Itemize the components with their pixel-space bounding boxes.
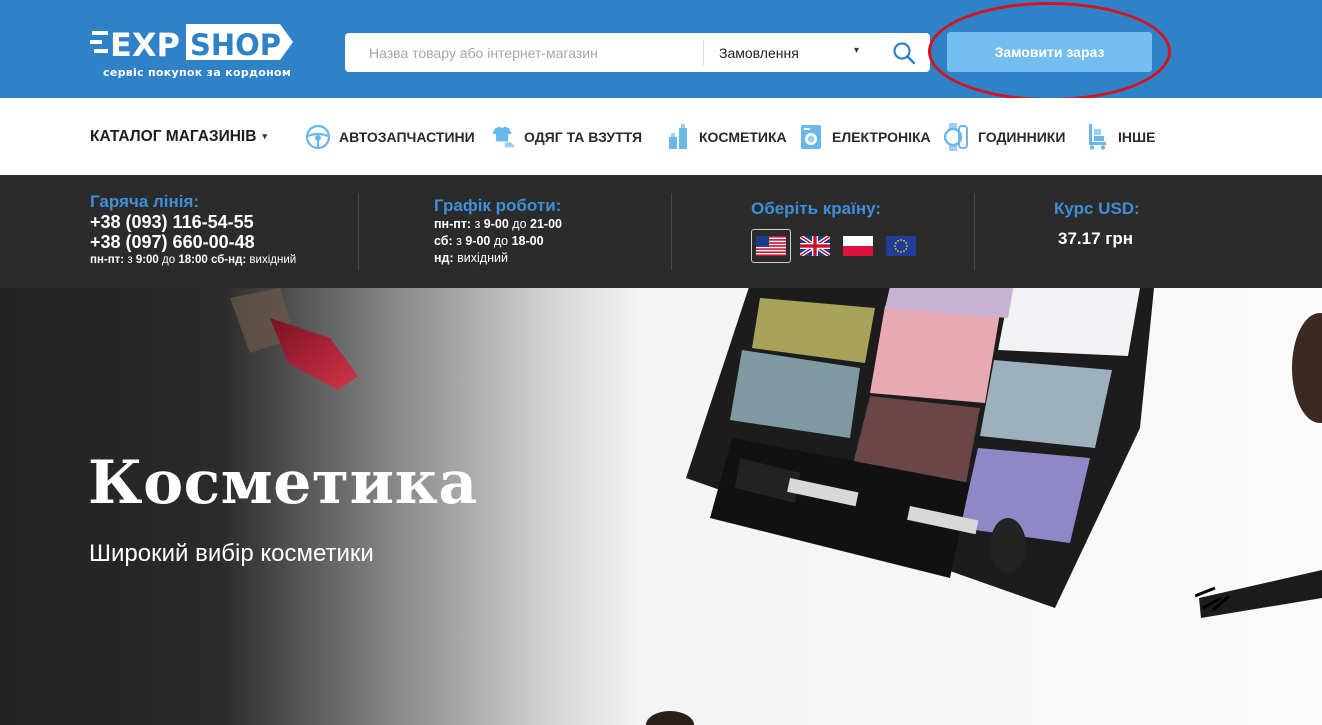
site-header: EXP SHOP сервіс покупок за кордоном Замо… — [0, 0, 1322, 101]
brush-tip-image — [646, 711, 694, 725]
nav-item-other[interactable]: ІНШЕ — [1084, 98, 1155, 175]
nav-item-label: ОДЯГ ТА ВЗУТТЯ — [524, 128, 643, 145]
chevron-down-icon: ▾ — [262, 131, 267, 141]
nav-item-auto-parts[interactable]: АВТОЗАПЧАСТИНИ — [305, 98, 475, 175]
usa-flag-icon — [756, 236, 786, 256]
rate-title: Курс USD: — [1054, 199, 1140, 218]
info-bar: Гаряча лінія: +38 (093) 116-54-55 +38 (0… — [0, 175, 1322, 288]
schedule-row: сб: з 9-00 до 18-00 — [434, 234, 544, 248]
hero-banner: Косметика Широкий вибір косметики — [0, 288, 1322, 725]
nav-item-watches[interactable]: ГОДИННИКИ — [944, 98, 1065, 175]
divider — [974, 193, 975, 270]
steering-wheel-icon — [305, 124, 331, 150]
schedule-row: пн-пт: з 9-00 до 21-00 — [434, 217, 563, 231]
hero-title: Косметика — [88, 448, 478, 518]
divider — [358, 193, 359, 270]
eu-flag-icon — [886, 236, 916, 256]
logo-shop-text: SHOP — [190, 28, 281, 62]
hotline-hours: пн-пт: з 9:00 до 18:00 сб-нд: вихідний — [90, 254, 297, 266]
clothes-icon — [490, 124, 516, 150]
cart-icon — [1084, 123, 1110, 150]
nav-item-electronics[interactable]: ЕЛЕКТРОНІКА — [798, 98, 931, 175]
nav-item-label: ГОДИННИКИ — [978, 128, 1066, 145]
mascara-brush-image — [1195, 570, 1322, 618]
schedule-row: нд: вихідний — [434, 251, 508, 265]
order-now-button[interactable]: Замовити зараз — [947, 32, 1152, 72]
eyeshadow-palette-image — [686, 288, 1154, 608]
country-eu[interactable] — [881, 229, 921, 263]
search-input[interactable] — [345, 33, 703, 72]
brush-image — [1292, 313, 1322, 423]
country-poland[interactable] — [838, 229, 878, 263]
poland-flag-icon — [843, 236, 873, 256]
country-usa[interactable] — [751, 229, 791, 263]
nav-item-label: КОСМЕТИКА — [699, 128, 787, 145]
phone-2[interactable]: +38 (097) 660-00-48 — [90, 232, 296, 252]
country-uk[interactable] — [795, 229, 835, 263]
divider — [671, 193, 672, 270]
catalog-label: КАТАЛОГ МАГАЗИНІВ — [90, 127, 257, 145]
chevron-down-icon: ▾ — [853, 45, 859, 56]
watch-icon — [944, 122, 970, 151]
catalog-menu[interactable]: КАТАЛОГ МАГАЗИНІВ ▾ — [90, 98, 267, 175]
washing-machine-icon — [798, 124, 824, 150]
lipstick-image — [230, 288, 358, 390]
uk-flag-icon — [800, 236, 830, 256]
search-type-value: Замовлення — [719, 44, 799, 61]
schedule-title: Графік роботи: — [434, 196, 562, 215]
category-nav: КАТАЛОГ МАГАЗИНІВ ▾ АВТОЗАПЧАСТИНИ ОДЯГ … — [0, 98, 1322, 175]
hero-subtitle: Широкий вибір косметики — [89, 540, 374, 567]
search-icon — [893, 41, 916, 64]
nav-item-label: АВТОЗАПЧАСТИНИ — [339, 128, 475, 145]
country-title: Оберіть країну: — [751, 199, 882, 218]
phone-1[interactable]: +38 (093) 116-54-55 — [90, 212, 296, 232]
hotline-title: Гаряча лінія: — [90, 192, 200, 211]
nav-item-cosmetics[interactable]: КОСМЕТИКА — [665, 98, 787, 175]
search-button[interactable] — [878, 33, 930, 72]
cosmetics-icon — [665, 123, 691, 150]
nav-item-label: ІНШЕ — [1118, 128, 1156, 145]
search-divider — [703, 40, 704, 65]
search-bar: Замовлення ▾ — [345, 33, 930, 72]
logo-tagline: сервіс покупок за кордоном — [103, 66, 292, 79]
nav-item-label: ЕЛЕКТРОНІКА — [832, 128, 931, 145]
logo-exp-text: EXP — [110, 26, 180, 64]
search-type-select[interactable]: Замовлення ▾ — [707, 33, 875, 72]
nav-item-clothes[interactable]: ОДЯГ ТА ВЗУТТЯ — [490, 98, 642, 175]
rate-value: 37.17 грн — [1058, 229, 1133, 248]
